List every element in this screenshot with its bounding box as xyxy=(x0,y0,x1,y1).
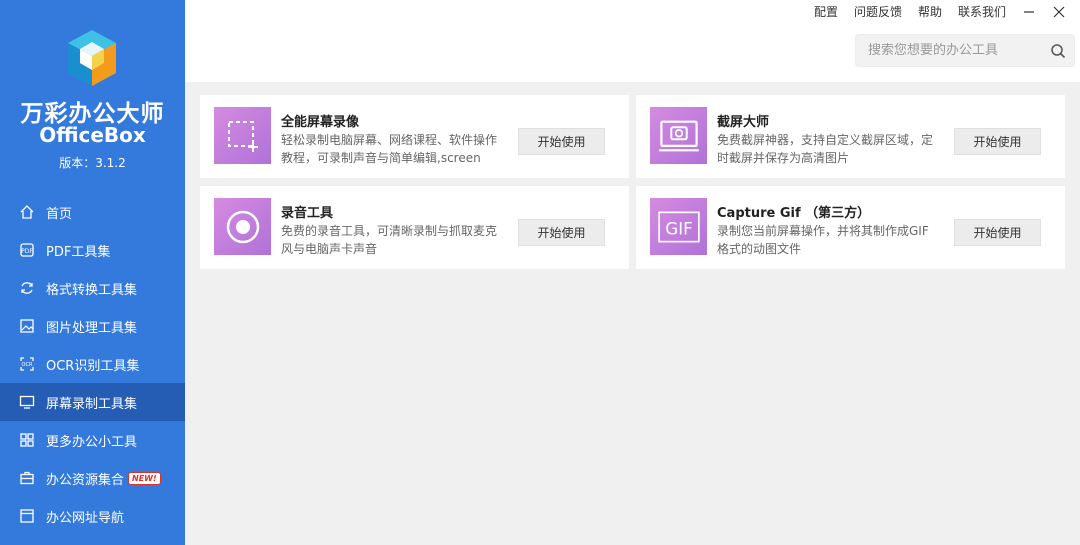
sidebar-item-label: 首页 xyxy=(46,206,73,222)
grid-icon xyxy=(18,431,36,449)
sidebar-item-label: 办公资源集合 xyxy=(46,472,125,488)
sidebar-item-office-resources[interactable]: 办公资源集合 NEW! xyxy=(0,459,185,497)
settings-link[interactable]: 配置 xyxy=(814,3,838,20)
sidebar-item-format-convert[interactable]: 格式转换工具集 xyxy=(0,269,185,307)
app-name-english: OfficeBox xyxy=(39,123,146,147)
search-icon[interactable] xyxy=(1050,43,1066,59)
sidebar-item-image[interactable]: 图片处理工具集 xyxy=(0,307,185,345)
card-description: 录制您当前屏幕操作，并将其制作成GIF格式的动图文件 xyxy=(717,224,929,256)
sidebar-item-label: PDF工具集 xyxy=(46,244,111,260)
card-title: 截屏大师 xyxy=(717,115,770,130)
tool-card-screenshot: 截屏大师 免费截屏神器，支持自定义截屏区域，定时截屏并保存为高清图片 开始使用 xyxy=(636,95,1065,178)
start-button[interactable]: 开始使用 xyxy=(954,219,1041,246)
sidebar-item-screen-record[interactable]: 屏幕录制工具集 xyxy=(0,383,185,421)
svg-text:OCR: OCR xyxy=(22,362,33,368)
start-button[interactable]: 开始使用 xyxy=(518,219,605,246)
image-icon xyxy=(18,317,36,335)
briefcase-icon xyxy=(18,469,36,487)
card-description: 免费的录音工具，可清晰录制与抓取麦克风与电脑声卡声音 xyxy=(281,224,498,256)
app-version: 版本：3.1.2 xyxy=(59,156,126,170)
sidebar-nav: 首页 PDF PDF工具集 格式转换工具集 图片处理工具集 OCR OCR识别工… xyxy=(0,193,185,535)
sidebar-item-url-nav[interactable]: 办公网址导航 xyxy=(0,497,185,535)
record-audio-icon xyxy=(214,198,271,255)
card-description: 免费截屏神器，支持自定义截屏区域，定时截屏并保存为高清图片 xyxy=(717,133,934,165)
browser-icon xyxy=(18,507,36,525)
gif-icon: GIF xyxy=(650,198,707,255)
tool-card-screen-recorder: 全能屏幕录像 轻松录制电脑屏幕、网络课程、软件操作教程，可录制声音与简单编辑,s… xyxy=(200,95,629,178)
sidebar-item-pdf[interactable]: PDF PDF工具集 xyxy=(0,231,185,269)
tool-card-capture-gif: GIF Capture Gif （第三方） 录制您当前屏幕操作，并将其制作成GI… xyxy=(636,186,1065,269)
officebox-logo-icon xyxy=(64,28,120,88)
search-box xyxy=(855,34,1075,67)
start-button[interactable]: 开始使用 xyxy=(954,128,1041,155)
sidebar-item-label: OCR识别工具集 xyxy=(46,358,140,374)
svg-text:PDF: PDF xyxy=(21,248,33,255)
card-title: 录音工具 xyxy=(281,206,334,221)
svg-text:GIF: GIF xyxy=(665,218,693,238)
monitor-icon xyxy=(18,393,36,411)
sidebar-item-label: 格式转换工具集 xyxy=(46,282,138,298)
screenshot-icon xyxy=(650,107,707,164)
pdf-icon: PDF xyxy=(18,241,36,259)
new-badge: NEW! xyxy=(128,471,161,485)
search-input[interactable] xyxy=(868,43,1043,58)
sidebar-item-more-tools[interactable]: 更多办公小工具 xyxy=(0,421,185,459)
sidebar-item-label: 图片处理工具集 xyxy=(46,320,138,336)
card-title: 全能屏幕录像 xyxy=(281,115,360,130)
header: 配置 问题反馈 帮助 联系我们 xyxy=(185,0,1080,82)
minimize-icon[interactable] xyxy=(1022,5,1036,19)
card-description: 轻松录制电脑屏幕、网络课程、软件操作教程，可录制声音与简单编辑,screen xyxy=(281,133,498,165)
sidebar-item-home[interactable]: 首页 xyxy=(0,193,185,231)
feedback-link[interactable]: 问题反馈 xyxy=(854,3,902,20)
ocr-icon: OCR xyxy=(18,355,36,373)
screen-record-icon xyxy=(214,107,271,164)
top-links: 配置 问题反馈 帮助 联系我们 xyxy=(798,3,1066,20)
sidebar-item-label: 屏幕录制工具集 xyxy=(46,396,138,412)
card-title: Capture Gif （第三方） xyxy=(717,206,871,221)
sidebar-item-ocr[interactable]: OCR OCR识别工具集 xyxy=(0,345,185,383)
sidebar: 万彩办公大师 OfficeBox 版本：3.1.2 首页 PDF PDF工具集 … xyxy=(0,0,185,545)
home-icon xyxy=(18,203,36,221)
close-icon[interactable] xyxy=(1052,5,1066,19)
start-button[interactable]: 开始使用 xyxy=(518,128,605,155)
tool-card-audio-recorder: 录音工具 免费的录音工具，可清晰录制与抓取麦克风与电脑声卡声音 开始使用 xyxy=(200,186,629,269)
sidebar-item-label: 办公网址导航 xyxy=(46,510,125,526)
contact-link[interactable]: 联系我们 xyxy=(958,3,1006,20)
sidebar-item-label: 更多办公小工具 xyxy=(46,434,138,450)
help-link[interactable]: 帮助 xyxy=(918,3,942,20)
refresh-icon xyxy=(18,279,36,297)
